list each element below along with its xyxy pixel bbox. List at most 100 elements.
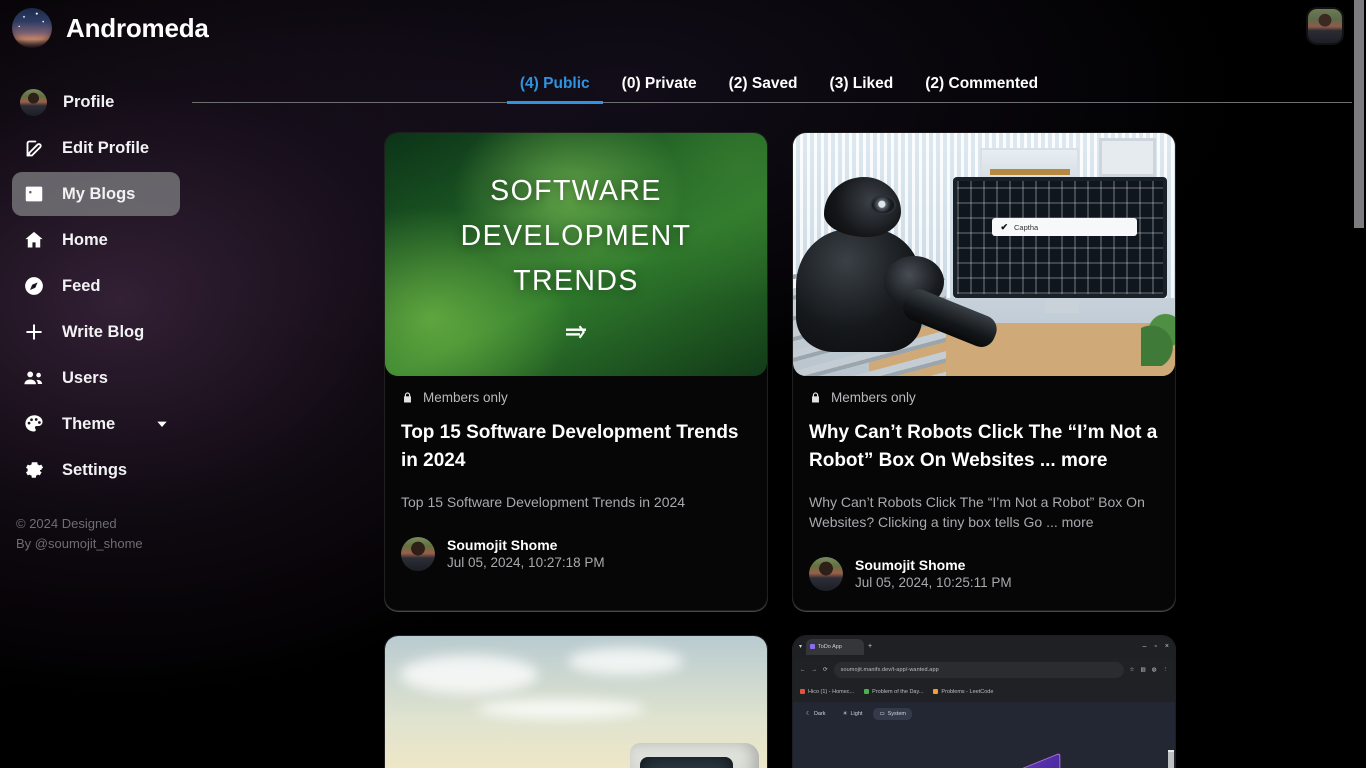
- app-root: Andromeda Profile Edit Profile My Blogs …: [0, 0, 1366, 768]
- robot: [793, 176, 1001, 376]
- browser-tab: ToDo App: [806, 639, 865, 655]
- card-title[interactable]: Top 15 Software Development Trends in 20…: [401, 419, 751, 475]
- bookmark-item: Problems - LeetCode: [933, 689, 993, 695]
- sidebar-item-settings[interactable]: Settings: [12, 448, 180, 492]
- galaxy-avatar-icon: [12, 8, 52, 48]
- sidebar: Profile Edit Profile My Blogs Home Feed …: [0, 56, 192, 768]
- maximize-icon: ▫: [1154, 643, 1157, 651]
- sidebar-item-label: Settings: [62, 460, 128, 479]
- plant: [1140, 303, 1175, 367]
- sidebar-item-users[interactable]: Users: [12, 356, 180, 400]
- palette-icon: [22, 412, 46, 436]
- browser-menu-icon: ▾: [799, 644, 803, 651]
- poster-mark-icon: [564, 324, 588, 340]
- bookmark-label: Problem of the Day...: [872, 688, 924, 695]
- theme-light-button: ☀ Light: [842, 710, 863, 717]
- bookmark-label: Problems - LeetCode: [941, 688, 994, 695]
- sidebar-item-feed[interactable]: Feed: [12, 264, 180, 308]
- minimize-icon: –: [1142, 643, 1147, 651]
- card-cover-image[interactable]: ▾ ToDo App + – ▫ × ← → ⟳ soumojit.manifx…: [793, 636, 1175, 768]
- theme-light-label: Light: [850, 710, 863, 717]
- card-cover-image[interactable]: SOFTWARE DEVELOPMENT TRENDS: [385, 133, 767, 376]
- wall-picture: [1098, 137, 1156, 177]
- bookmark-item: Hico (1) - Homec...: [800, 689, 854, 695]
- tab-public[interactable]: (4) Public: [504, 75, 606, 104]
- sidebar-item-home[interactable]: Home: [12, 218, 180, 262]
- brand-header[interactable]: Andromeda: [12, 8, 209, 48]
- browser-urlbar: ← → ⟳ soumojit.manifx.dev/t-app/-wanted.…: [793, 657, 1175, 683]
- theme-system-label: System: [887, 710, 906, 717]
- visibility-label: Members only: [423, 390, 508, 405]
- copyright-line-1: © 2024 Designed: [16, 516, 117, 531]
- split-view-icon: ▥: [1140, 667, 1146, 673]
- theme-switcher: ☾ Dark ☀ Light ▭ System: [793, 702, 1175, 726]
- blog-card-grid: SOFTWARE DEVELOPMENT TRENDS Members only…: [192, 103, 1366, 768]
- new-tab-icon: +: [868, 643, 873, 651]
- users-icon: [22, 366, 46, 390]
- scrollbar-thumb: [1168, 751, 1174, 768]
- bookmark-item: Problem of the Day...: [864, 689, 923, 695]
- sidebar-item-theme[interactable]: Theme: [12, 402, 180, 446]
- blog-card[interactable]: [384, 635, 768, 768]
- account-avatar[interactable]: [1308, 9, 1342, 43]
- close-icon: ×: [1164, 643, 1169, 651]
- author-date: Jul 05, 2024, 10:25:11 PM: [855, 575, 1012, 590]
- crt-screen: [639, 756, 734, 768]
- theme-dark-button: ☾ Dark: [806, 710, 826, 717]
- blog-card[interactable]: ✔ Captha Members only Why Can’t Robots C…: [792, 132, 1176, 611]
- tab-private[interactable]: (0) Private: [606, 75, 713, 104]
- card-title[interactable]: Why Can’t Robots Click The “I’m Not a Ro…: [809, 419, 1159, 475]
- sidebar-item-my-blogs[interactable]: My Blogs: [12, 172, 180, 216]
- captcha-box: ✔ Captha: [992, 218, 1137, 237]
- laptop-screen: [954, 752, 1061, 768]
- page-scrollbar-inner: [1168, 749, 1174, 768]
- sidebar-item-edit-profile[interactable]: Edit Profile: [12, 126, 180, 170]
- chevron-down-icon[interactable]: [154, 416, 170, 432]
- card-author[interactable]: Soumojit Shome Jul 05, 2024, 10:27:18 PM: [401, 536, 751, 572]
- sidebar-item-write-blog[interactable]: Write Blog: [12, 310, 180, 354]
- theme-system-button: ▭ System: [873, 707, 912, 720]
- check-icon: ✔: [1000, 221, 1008, 232]
- card-body: Members only Why Can’t Robots Click The …: [793, 376, 1175, 610]
- tab-commented[interactable]: (2) Commented: [909, 75, 1054, 104]
- poster-text: SOFTWARE DEVELOPMENT TRENDS: [460, 175, 692, 297]
- browser-page: ☾ Dark ☀ Light ▭ System TaseDeools: [793, 701, 1175, 768]
- sidebar-item-label: Edit Profile: [62, 138, 150, 157]
- sidebar-item-label: Write Blog: [62, 322, 145, 341]
- page-title: Andromeda: [66, 12, 209, 43]
- robot-head: [824, 176, 902, 237]
- home-icon: [22, 228, 46, 252]
- blog-card[interactable]: SOFTWARE DEVELOPMENT TRENDS Members only…: [384, 132, 768, 611]
- browser-tab-label: ToDo App: [818, 643, 842, 650]
- blog-card[interactable]: ▾ ToDo App + – ▫ × ← → ⟳ soumojit.manifx…: [792, 635, 1176, 768]
- reload-icon: ⟳: [823, 667, 828, 673]
- sidebar-item-label: My Blogs: [62, 184, 136, 203]
- window-controls: – ▫ ×: [1143, 643, 1169, 650]
- tab-saved[interactable]: (2) Saved: [713, 75, 814, 104]
- pencil-square-icon: [22, 136, 46, 160]
- scrollbar-thumb[interactable]: [1354, 0, 1364, 228]
- card-cover-image[interactable]: [385, 636, 767, 768]
- gear-icon: [22, 458, 46, 482]
- browser-bookmarks: Hico (1) - Homec... Problem of the Day..…: [793, 682, 1175, 702]
- profile-icon: ◍: [1151, 667, 1157, 673]
- cloud: [568, 648, 683, 675]
- forward-icon: →: [811, 667, 818, 673]
- bookmark-star-icon: ☆: [1129, 667, 1135, 673]
- url-text: soumojit.manifx.dev/t-app/-wanted.app: [833, 662, 1124, 678]
- card-author[interactable]: Soumojit Shome Jul 05, 2024, 10:25:11 PM: [809, 556, 1159, 592]
- sidebar-item-label: Feed: [62, 276, 101, 295]
- sidebar-item-profile[interactable]: Profile: [12, 80, 180, 124]
- crt-monitor: [629, 742, 760, 768]
- image-icon: [22, 182, 46, 206]
- card-cover-image[interactable]: ✔ Captha: [793, 133, 1175, 376]
- avatar: [401, 537, 435, 571]
- main-content: (4) Public (0) Private (2) Saved (3) Lik…: [192, 56, 1366, 768]
- tab-liked[interactable]: (3) Liked: [814, 75, 910, 104]
- card-description: Why Can’t Robots Click The “I’m Not a Ro…: [809, 494, 1145, 530]
- page-scrollbar[interactable]: [1352, 0, 1366, 768]
- cloud: [476, 699, 645, 719]
- sidebar-item-label: Home: [62, 230, 108, 249]
- author-name: Soumojit Shome: [855, 557, 966, 573]
- bookmark-label: Hico (1) - Homec...: [808, 688, 855, 695]
